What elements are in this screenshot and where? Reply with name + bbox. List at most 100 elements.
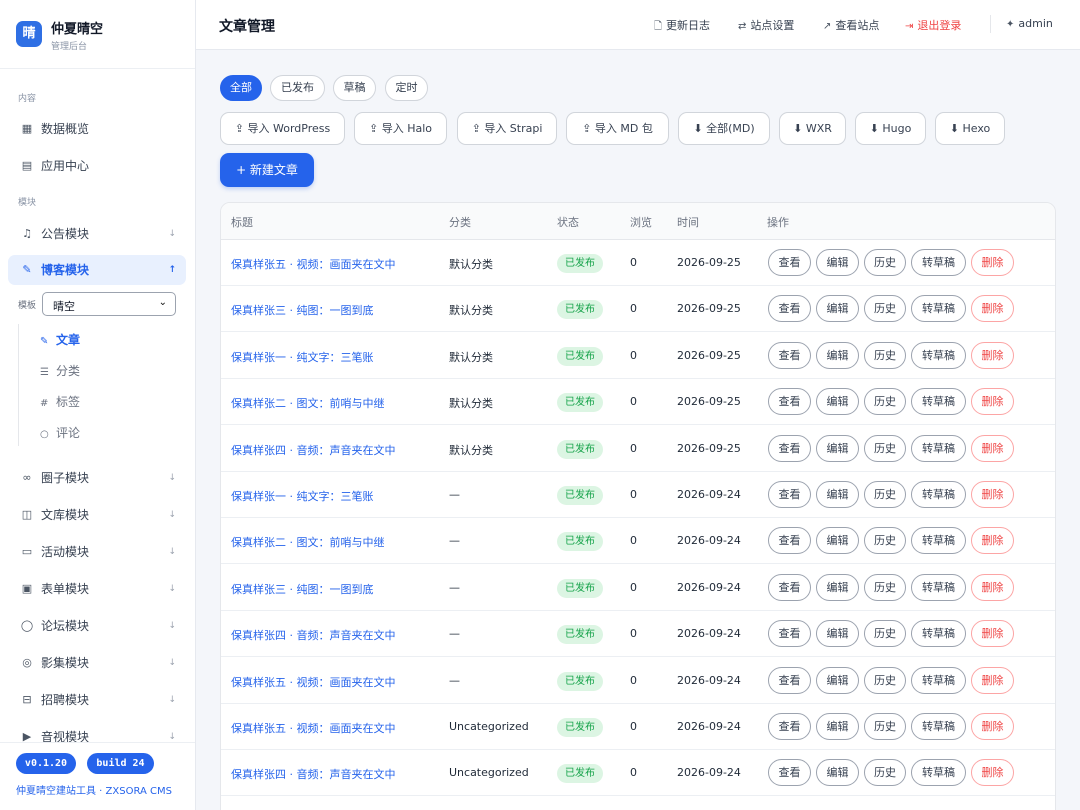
history-button[interactable]: 历史 [864, 295, 906, 323]
delete-button[interactable]: 删除 [971, 341, 1014, 369]
to-draft-button[interactable]: 转草稿 [911, 573, 966, 601]
history-button[interactable]: 历史 [864, 573, 906, 601]
view-button[interactable]: 查看 [768, 388, 811, 416]
view-site-link[interactable]: ↗ 查看站点 [823, 17, 879, 33]
view-button[interactable]: 查看 [768, 481, 811, 508]
sidebar-item-forms[interactable]: ▣ 表单模块 ↓ [8, 574, 186, 604]
delete-button[interactable]: 删除 [971, 666, 1014, 694]
to-draft-button[interactable]: 转草稿 [911, 388, 966, 416]
history-button[interactable]: 历史 [864, 434, 906, 462]
sidebar-subitem-categories[interactable]: ☰ 分类 [40, 362, 80, 382]
post-title-link[interactable]: 保真样张三 · 纯图：一图到底 [231, 302, 374, 318]
history-button[interactable]: 历史 [864, 481, 906, 508]
edit-button[interactable]: 编辑 [816, 666, 859, 694]
view-button[interactable]: 查看 [768, 666, 811, 694]
view-button[interactable]: 查看 [768, 713, 811, 740]
delete-button[interactable]: 删除 [971, 388, 1014, 416]
sidebar-item-announcement[interactable]: ♫ 公告模块 ↓ [8, 219, 186, 249]
post-title-link[interactable]: 保真样张五 · 视频：画面夹在文中 [231, 720, 396, 736]
history-button[interactable]: 历史 [864, 388, 906, 416]
export-all-md-button[interactable]: ⬇ 全部(MD) [678, 112, 770, 145]
post-title-link[interactable]: 保真样张四 · 音频：声音夹在文中 [231, 627, 396, 643]
import-md-button[interactable]: ⇪ 导入 MD 包 [566, 112, 669, 145]
view-button[interactable]: 查看 [768, 620, 811, 648]
filter-draft[interactable]: 草稿 [333, 75, 376, 101]
view-button[interactable]: 查看 [768, 573, 811, 601]
to-draft-button[interactable]: 转草稿 [911, 666, 966, 694]
site-settings-link[interactable]: ⇄ 站点设置 [738, 17, 794, 33]
history-button[interactable]: 历史 [864, 620, 906, 648]
post-title-link[interactable]: 保真样张二 · 图文：前哨与中继 [231, 395, 385, 411]
footer-text[interactable]: 仲夏晴空建站工具 · ZXSORA CMS [16, 782, 172, 797]
delete-button[interactable]: 删除 [971, 481, 1014, 508]
post-title-link[interactable]: 保真样张四 · 音频：声音夹在文中 [231, 442, 396, 458]
brand-logo[interactable]: 晴 [16, 21, 42, 47]
sidebar-item-jobs[interactable]: ⊟ 招聘模块 ↓ [8, 685, 186, 715]
to-draft-button[interactable]: 转草稿 [911, 713, 966, 740]
sidebar-item-circle[interactable]: ∞ 圈子模块 ↓ [8, 463, 186, 493]
logout-link[interactable]: ⇥ 退出登录 [905, 17, 961, 33]
post-title-link[interactable]: 保真样张五 · 视频：画面夹在文中 [231, 256, 396, 272]
import-halo-button[interactable]: ⇪ 导入 Halo [354, 112, 447, 145]
delete-button[interactable]: 删除 [971, 759, 1014, 787]
to-draft-button[interactable]: 转草稿 [911, 759, 966, 787]
view-button[interactable]: 查看 [768, 759, 811, 787]
sidebar-item-library[interactable]: ◫ 文库模块 ↓ [8, 500, 186, 530]
post-title-link[interactable]: 保真样张四 · 音频：声音夹在文中 [231, 766, 396, 782]
history-button[interactable]: 历史 [864, 666, 906, 694]
user-menu[interactable]: ✦ admin [1006, 17, 1053, 30]
delete-button[interactable]: 删除 [971, 249, 1014, 276]
view-button[interactable]: 查看 [768, 341, 811, 369]
history-button[interactable]: 历史 [864, 759, 906, 787]
to-draft-button[interactable]: 转草稿 [911, 434, 966, 462]
export-wxr-button[interactable]: ⬇ WXR [779, 112, 846, 145]
import-strapi-button[interactable]: ⇪ 导入 Strapi [457, 112, 557, 145]
to-draft-button[interactable]: 转草稿 [911, 249, 966, 276]
edit-button[interactable]: 编辑 [816, 434, 859, 462]
history-button[interactable]: 历史 [864, 527, 906, 555]
edit-button[interactable]: 编辑 [816, 759, 859, 787]
edit-button[interactable]: 编辑 [816, 573, 859, 601]
edit-button[interactable]: 编辑 [816, 481, 859, 508]
edit-button[interactable]: 编辑 [816, 388, 859, 416]
delete-button[interactable]: 删除 [971, 620, 1014, 648]
template-select[interactable]: 晴空 ⌄ [42, 292, 176, 316]
edit-button[interactable]: 编辑 [816, 713, 859, 740]
post-title-link[interactable]: 保真样张一 · 纯文字：三笔账 [231, 349, 374, 365]
to-draft-button[interactable]: 转草稿 [911, 527, 966, 555]
delete-button[interactable]: 删除 [971, 573, 1014, 601]
changelog-link[interactable]: 🗋 更新日志 [654, 17, 710, 36]
to-draft-button[interactable]: 转草稿 [911, 481, 966, 508]
sidebar-subitem-tags[interactable]: # 标签 [40, 393, 80, 413]
filter-all[interactable]: 全部 [220, 75, 262, 101]
edit-button[interactable]: 编辑 [816, 249, 859, 276]
sidebar-item-dashboard[interactable]: ▦ 数据概览 [8, 114, 186, 144]
view-button[interactable]: 查看 [768, 295, 811, 323]
post-title-link[interactable]: 保真样张三 · 纯图：一图到底 [231, 581, 374, 597]
delete-button[interactable]: 删除 [971, 295, 1014, 323]
filter-published[interactable]: 已发布 [270, 75, 325, 101]
new-post-button[interactable]: + 新建文章 [220, 153, 314, 187]
edit-button[interactable]: 编辑 [816, 341, 859, 369]
history-button[interactable]: 历史 [864, 713, 906, 740]
post-title-link[interactable]: 保真样张五 · 视频：画面夹在文中 [231, 674, 396, 690]
view-button[interactable]: 查看 [768, 249, 811, 276]
post-title-link[interactable]: 保真样张二 · 图文：前哨与中继 [231, 534, 385, 550]
sidebar-item-blog[interactable]: ✎ 博客模块 ↑ [8, 255, 186, 285]
to-draft-button[interactable]: 转草稿 [911, 620, 966, 648]
sidebar-subitem-comments[interactable]: ○ 评论 [40, 424, 80, 444]
history-button[interactable]: 历史 [864, 341, 906, 369]
sidebar-item-gallery[interactable]: ◎ 影集模块 ↓ [8, 648, 186, 678]
sidebar-subitem-posts[interactable]: ✎ 文章 [40, 331, 80, 351]
delete-button[interactable]: 删除 [971, 527, 1014, 555]
edit-button[interactable]: 编辑 [816, 620, 859, 648]
view-button[interactable]: 查看 [768, 527, 811, 555]
edit-button[interactable]: 编辑 [816, 527, 859, 555]
sidebar-item-events[interactable]: ▭ 活动模块 ↓ [8, 537, 186, 567]
export-hexo-button[interactable]: ⬇ Hexo [935, 112, 1005, 145]
view-button[interactable]: 查看 [768, 434, 811, 462]
delete-button[interactable]: 删除 [971, 713, 1014, 740]
to-draft-button[interactable]: 转草稿 [911, 341, 966, 369]
brand-name[interactable]: 仲夏晴空 [51, 18, 103, 37]
post-title-link[interactable]: 保真样张一 · 纯文字：三笔账 [231, 488, 374, 504]
